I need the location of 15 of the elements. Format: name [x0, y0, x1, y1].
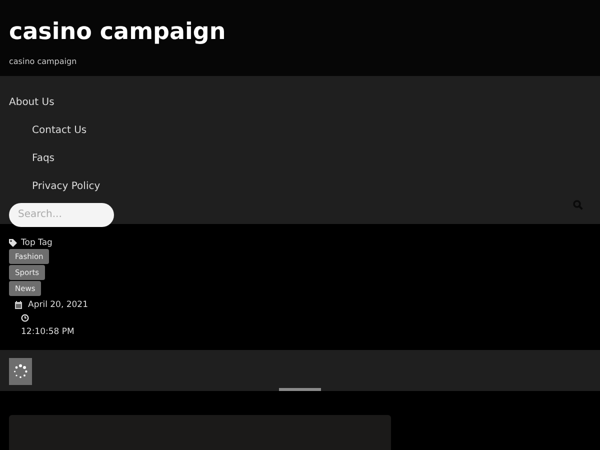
search-field[interactable]: Search...	[9, 202, 114, 226]
nav-link[interactable]: Contact Us	[32, 124, 87, 138]
loading-spinner-icon	[13, 364, 28, 379]
calendar-icon	[15, 301, 22, 309]
nav-link[interactable]: Privacy Policy	[32, 180, 100, 194]
post-time: 12:10:58 PM	[21, 327, 74, 337]
post-date: April 20, 2021	[28, 298, 88, 312]
nav-link[interactable]: Faqs	[32, 152, 55, 166]
top-tag-label: Top Tag	[21, 236, 52, 250]
site-tagline: casino campaign	[9, 56, 77, 68]
nav-link[interactable]: About Us	[9, 96, 54, 110]
scroll-indicator	[279, 388, 321, 391]
site-title[interactable]: casino campaign	[9, 17, 591, 47]
clock-icon	[21, 314, 29, 322]
tag-icon	[9, 239, 17, 247]
